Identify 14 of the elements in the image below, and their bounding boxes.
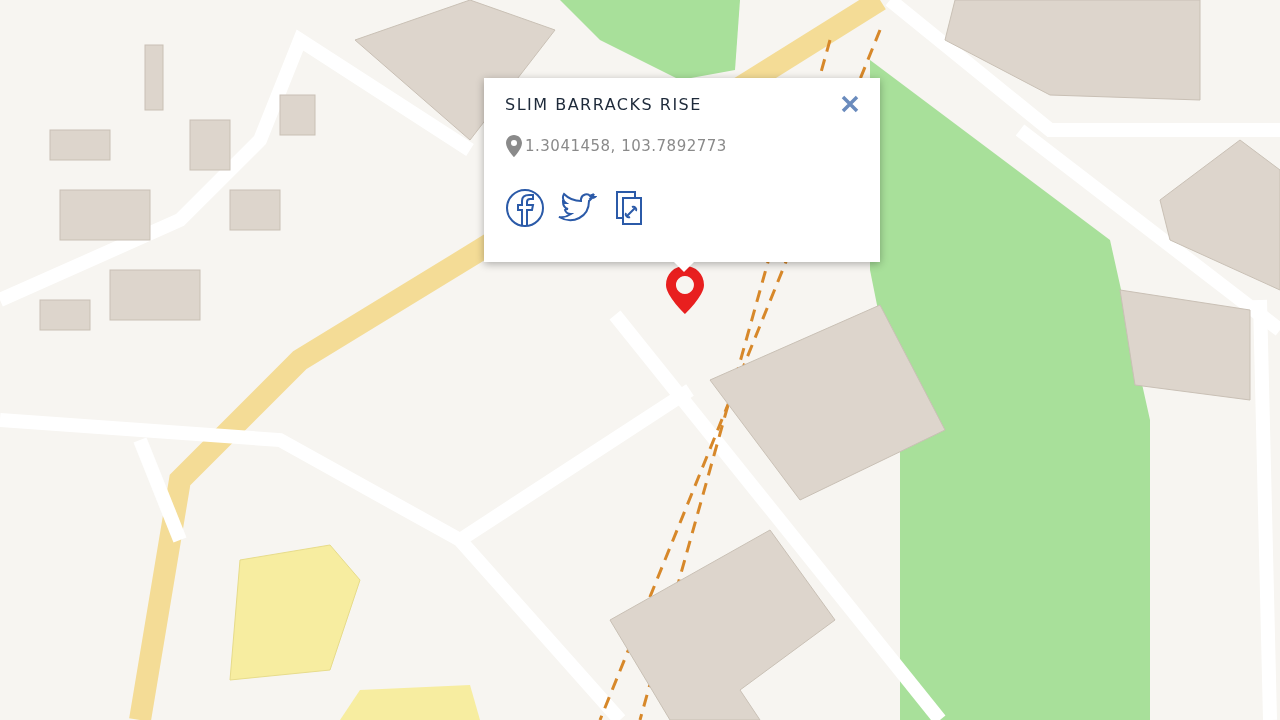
location-pin-icon	[505, 134, 523, 158]
place-title: SLIM BARRACKS RISE	[505, 94, 702, 114]
map-pin-icon	[664, 264, 706, 316]
facebook-icon	[505, 188, 545, 228]
building	[144, 44, 164, 111]
close-button[interactable]	[840, 94, 860, 114]
building	[39, 299, 91, 331]
building	[229, 189, 281, 231]
facebook-share-button[interactable]	[505, 188, 545, 228]
close-icon	[840, 94, 860, 114]
building	[189, 119, 231, 171]
building	[279, 94, 316, 136]
coordinates-text: 1.3041458, 103.7892773	[525, 137, 727, 155]
building	[49, 129, 111, 161]
